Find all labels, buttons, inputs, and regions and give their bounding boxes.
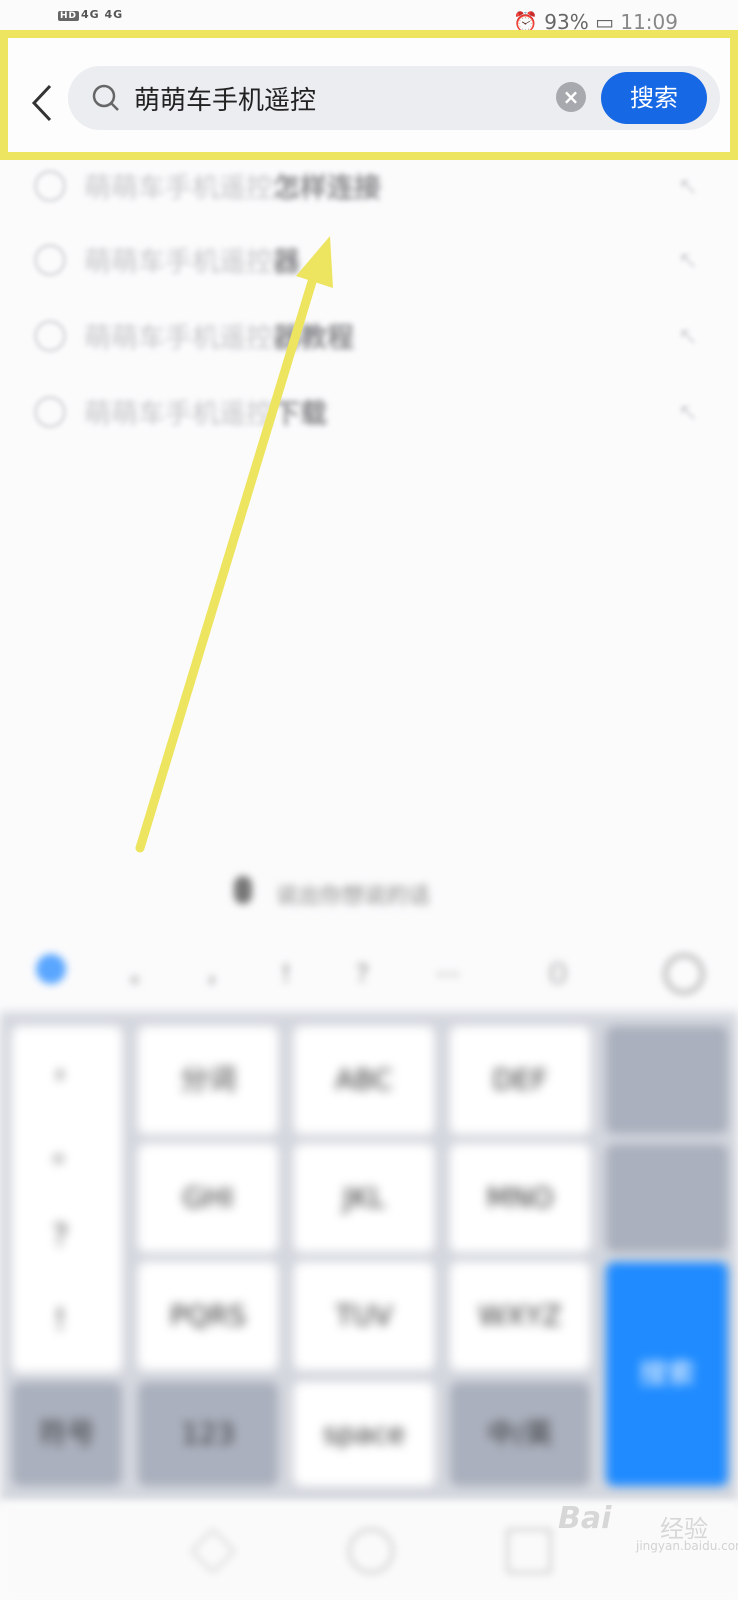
back-triangle-icon[interactable]: [190, 1528, 236, 1574]
key[interactable]: TUV: [294, 1262, 434, 1370]
keyboard-logo-icon[interactable]: [36, 954, 66, 984]
candidate-item[interactable]: ，: [206, 954, 230, 989]
suggestion-list: 萌萌车手机遥控怎样连接 ↖ 萌萌车手机遥控器 ↖ 萌萌车手机遥控器教程 ↖ 萌萌…: [0, 150, 738, 460]
key[interactable]: ABC: [294, 1026, 434, 1134]
search-query[interactable]: 萌萌车手机遥控: [134, 80, 316, 117]
space-key[interactable]: space: [294, 1382, 434, 1486]
watermark-url: jingyan.baidu.com: [636, 1539, 738, 1553]
keyboard: ， 。 ？ ！ 分词 ABC DEF GHI JKL MNO PQRS TUV …: [0, 1012, 738, 1502]
symbol-key[interactable]: ，: [12, 1046, 122, 1086]
key[interactable]: JKL: [294, 1144, 434, 1252]
key[interactable]: WXYZ: [450, 1262, 590, 1370]
enter-key[interactable]: 搜索: [606, 1262, 728, 1486]
voice-hint-text: 说出你想说的话: [276, 884, 431, 909]
baidu-watermark: Bai 经验 jingyan.baidu.com: [556, 1495, 738, 1555]
chevron-left-icon: [31, 84, 52, 122]
recents-square-icon[interactable]: [506, 1528, 552, 1574]
network-label: 4G 4G: [81, 8, 124, 21]
hd-icon: HD: [58, 11, 80, 21]
search-history-icon: [34, 320, 66, 352]
search-history-icon: [34, 244, 66, 276]
suggestion-item[interactable]: 萌萌车手机遥控下载 ↖: [0, 376, 738, 446]
suggestion-suffix: 器: [273, 247, 300, 278]
symbol-key[interactable]: 。: [12, 1130, 122, 1170]
suggestion-item[interactable]: 萌萌车手机遥控器 ↖: [0, 224, 738, 294]
key[interactable]: MNO: [450, 1144, 590, 1252]
candidate-bar: 。 ， ！ ？ … （）: [0, 938, 738, 1008]
suggestion-suffix: 怎样连接: [273, 173, 381, 204]
emoji-icon[interactable]: [664, 954, 704, 994]
search-history-icon: [34, 170, 66, 202]
fill-arrow-icon[interactable]: ↖: [678, 172, 698, 200]
key[interactable]: DEF: [450, 1026, 590, 1134]
key[interactable]: 123: [138, 1382, 278, 1486]
suggestion-prefix: 萌萌车手机遥控: [84, 247, 273, 278]
symbol-key[interactable]: ？: [12, 1214, 122, 1254]
symbol-key[interactable]: ！: [12, 1298, 122, 1338]
candidate-item[interactable]: ？: [356, 954, 380, 989]
suggestion-prefix: 萌萌车手机遥控: [84, 323, 273, 354]
search-history-icon: [34, 396, 66, 428]
clear-icon[interactable]: ×: [556, 82, 586, 112]
suggestion-item[interactable]: 萌萌车手机遥控怎样连接 ↖: [0, 150, 738, 220]
key[interactable]: PQRS: [138, 1262, 278, 1370]
watermark-brand: Bai: [558, 1501, 612, 1536]
search-header: 萌萌车手机遥控 × 搜索: [0, 30, 738, 160]
fill-arrow-icon[interactable]: ↖: [678, 322, 698, 350]
suggestion-prefix: 萌萌车手机遥控: [84, 399, 273, 430]
voice-hint[interactable]: 说出你想说的话: [220, 872, 560, 912]
fill-arrow-icon[interactable]: ↖: [678, 246, 698, 274]
signal-indicators: HD 4G 4G: [58, 8, 123, 21]
key[interactable]: 分词: [138, 1026, 278, 1134]
candidate-item[interactable]: （）: [534, 954, 582, 989]
home-circle-icon[interactable]: [348, 1528, 394, 1574]
backspace-key[interactable]: [606, 1026, 728, 1134]
back-button[interactable]: [22, 78, 62, 128]
suggestion-prefix: 萌萌车手机遥控: [84, 173, 273, 204]
key[interactable]: 符号: [12, 1382, 122, 1486]
reset-key[interactable]: [606, 1144, 728, 1252]
search-input[interactable]: 萌萌车手机遥控 × 搜索: [68, 66, 720, 130]
suggestion-suffix: 器教程: [273, 323, 354, 354]
candidate-item[interactable]: ！: [280, 954, 304, 989]
candidate-item[interactable]: 。: [130, 954, 154, 989]
suggestion-item[interactable]: 萌萌车手机遥控器教程 ↖: [0, 300, 738, 370]
fill-arrow-icon[interactable]: ↖: [678, 398, 698, 426]
search-icon: [92, 84, 119, 111]
key[interactable]: 中/英: [450, 1382, 590, 1486]
key[interactable]: GHI: [138, 1144, 278, 1252]
status-bar: HD 4G 4G ⏰ 93% ▭ 11:09: [0, 0, 738, 34]
search-button[interactable]: 搜索: [601, 72, 707, 124]
suggestion-suffix: 下载: [273, 399, 327, 430]
symbol-column[interactable]: ， 。 ？ ！: [12, 1026, 122, 1372]
candidate-item[interactable]: …: [436, 954, 460, 982]
microphone-icon: [234, 876, 252, 904]
